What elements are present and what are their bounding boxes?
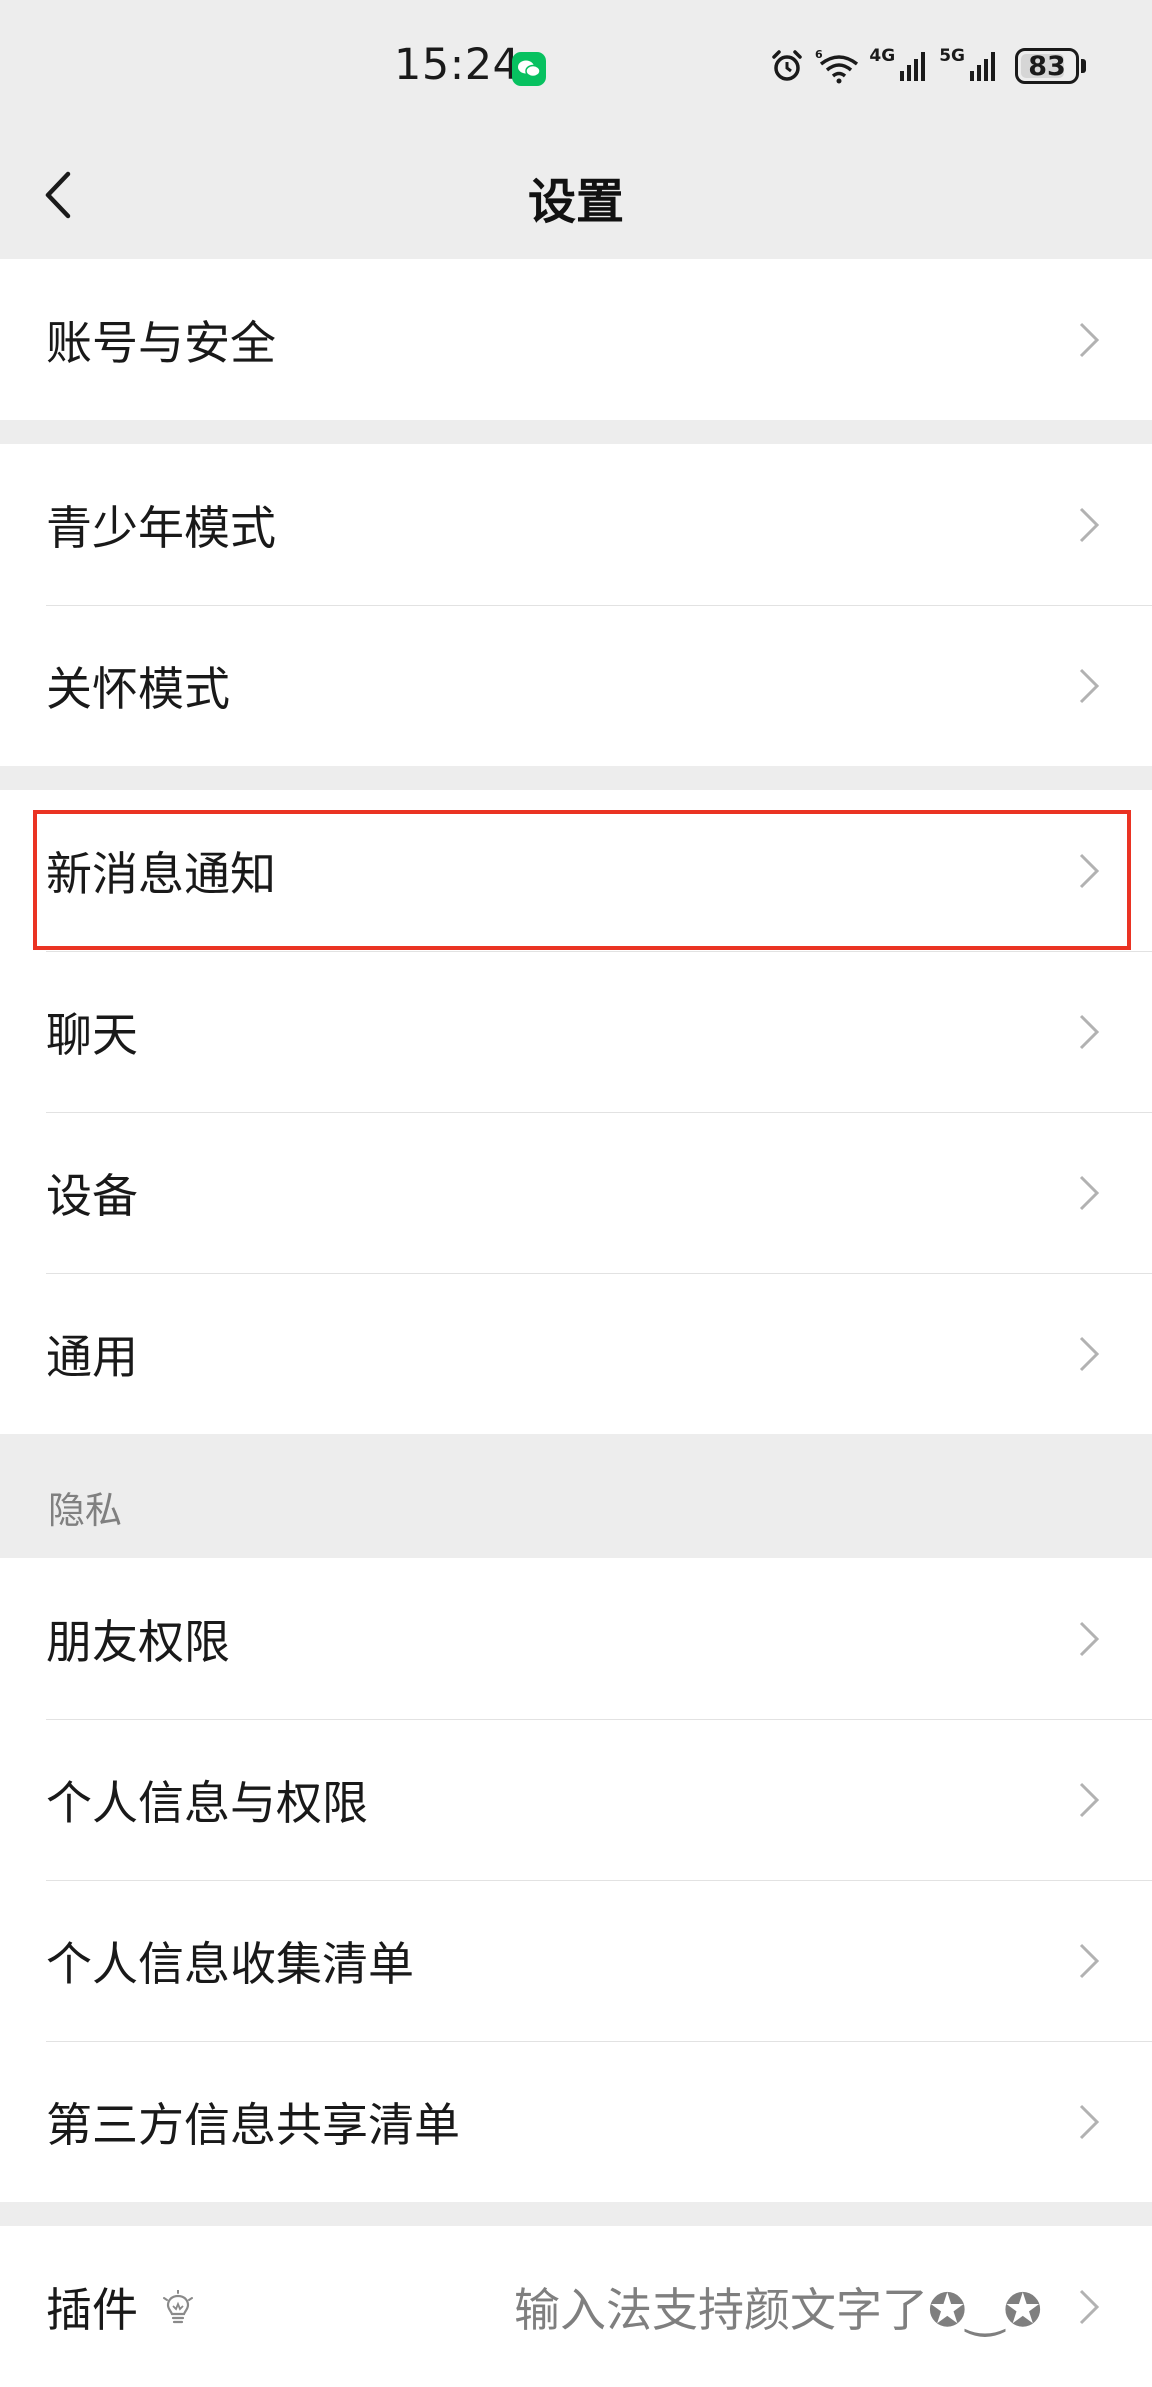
alarm-icon (772, 50, 803, 81)
settings-group-account: 账号与安全 (0, 259, 1152, 420)
settings-group-modes: 青少年模式 关怀模式 (0, 444, 1152, 766)
status-time: 15:24 (394, 40, 521, 90)
settings-item-teen-mode[interactable]: 青少年模式 (0, 444, 1152, 605)
navigation-bar: 设置 (0, 130, 1152, 260)
chevron-right-icon (1079, 507, 1100, 543)
settings-item-general[interactable]: 通用 (0, 1273, 1152, 1434)
chevron-right-icon (1079, 1014, 1100, 1050)
chevron-right-icon (1079, 1943, 1100, 1979)
chevron-right-icon (1079, 668, 1100, 704)
settings-item-plugins[interactable]: 插件 输入法支持颜文字了✪‿✪ (0, 2226, 1152, 2387)
chevron-right-icon (1079, 1621, 1100, 1657)
page-title: 设置 (527, 174, 624, 230)
chevron-right-icon (1079, 1782, 1100, 1818)
wifi-icon: 6 (815, 48, 859, 84)
settings-item-label: 聊天 (46, 1007, 138, 1062)
network-4g-label: 4G (869, 46, 896, 66)
status-bar: 15:24 6 4G 5G 83 (0, 0, 1152, 130)
settings-item-friend-permissions[interactable]: 朋友权限 (0, 1558, 1152, 1719)
lightbulb-icon (163, 2290, 193, 2324)
signal-icon (970, 52, 995, 81)
chevron-right-icon (1079, 1175, 1100, 1211)
chevron-right-icon (1079, 2289, 1100, 2325)
chevron-right-icon (1079, 2104, 1100, 2140)
plugins-promo-text: 输入法支持颜文字了✪‿✪ (513, 2282, 1042, 2337)
settings-item-label: 新消息通知 (46, 846, 276, 901)
section-header-privacy: 隐私 (48, 1489, 122, 1532)
chevron-right-icon (1079, 853, 1100, 889)
svg-text:6: 6 (815, 48, 823, 61)
chevron-right-icon (1079, 1336, 1100, 1372)
battery-icon: 83 (1015, 48, 1079, 84)
settings-item-label: 账号与安全 (46, 315, 276, 370)
settings-item-label: 第三方信息共享清单 (46, 2097, 460, 2152)
settings-item-chat[interactable]: 聊天 (0, 951, 1152, 1112)
settings-item-label: 朋友权限 (46, 1614, 230, 1669)
settings-item-label: 个人信息与权限 (46, 1775, 368, 1830)
settings-item-third-party-sharing-list[interactable]: 第三方信息共享清单 (0, 2041, 1152, 2202)
battery-cap (1081, 59, 1086, 73)
settings-item-label: 关怀模式 (46, 661, 230, 716)
signal-icon (900, 52, 926, 81)
settings-item-label: 青少年模式 (46, 500, 276, 555)
wechat-notification-icon (512, 52, 546, 86)
settings-group-privacy: 朋友权限 个人信息与权限 个人信息收集清单 第三方信息共享清单 (0, 1558, 1152, 2202)
settings-item-label: 个人信息收集清单 (46, 1936, 414, 1991)
settings-group-plugins: 插件 输入法支持颜文字了✪‿✪ (0, 2226, 1152, 2387)
settings-item-account-security[interactable]: 账号与安全 (0, 259, 1152, 420)
settings-item-personal-info-collection-list[interactable]: 个人信息收集清单 (0, 1880, 1152, 2041)
settings-group-general: 新消息通知 聊天 设备 通用 (0, 790, 1152, 1434)
settings-item-care-mode[interactable]: 关怀模式 (0, 605, 1152, 766)
settings-item-new-message-notifications[interactable]: 新消息通知 (0, 790, 1152, 951)
network-5g-label: 5G (939, 46, 965, 66)
settings-item-devices[interactable]: 设备 (0, 1112, 1152, 1273)
settings-item-personal-info-permissions[interactable]: 个人信息与权限 (0, 1719, 1152, 1880)
settings-item-label: 设备 (46, 1168, 138, 1223)
battery-level: 83 (1028, 50, 1066, 82)
status-icons: 6 4G 5G 83 (769, 44, 1086, 88)
settings-item-label: 插件 (46, 2282, 138, 2337)
settings-item-label: 通用 (46, 1329, 138, 1384)
chevron-right-icon (1079, 322, 1100, 358)
